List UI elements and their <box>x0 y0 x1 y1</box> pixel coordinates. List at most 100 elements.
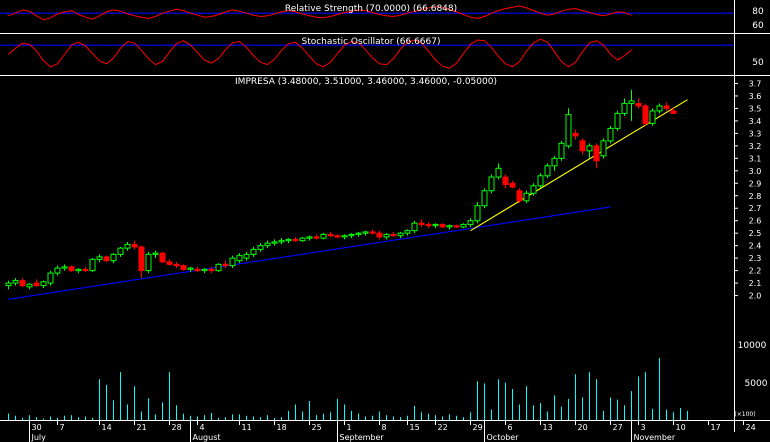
candle <box>565 108 572 149</box>
x-day-label: 6 <box>508 423 513 432</box>
candle <box>201 268 208 274</box>
candle-body <box>397 232 404 237</box>
candle <box>355 231 362 237</box>
candle <box>320 233 327 240</box>
candle <box>327 231 334 237</box>
candle-body <box>89 258 96 272</box>
candle-body <box>103 256 110 262</box>
x-day-label: 1 <box>347 423 352 432</box>
candle <box>418 219 425 227</box>
candle <box>26 283 33 290</box>
candle-body <box>278 240 285 243</box>
x-day-label: 7 <box>60 423 65 432</box>
candle-body <box>215 263 222 272</box>
stochastic-tick-label: 50 <box>752 58 764 68</box>
candle <box>544 163 551 179</box>
candle <box>439 223 446 229</box>
price-tick-label: 2.8 <box>749 192 762 201</box>
candle <box>425 221 432 229</box>
candle <box>579 138 586 155</box>
volume-tick-label: 5000 <box>745 379 768 389</box>
price-tick-label: 2.6 <box>749 217 762 226</box>
stochastic-title: Stochastic Oscillator (66.6667) <box>301 37 440 47</box>
candle <box>152 250 159 259</box>
candle-body <box>257 245 264 250</box>
candle <box>621 98 628 116</box>
price-tick-label: 2.5 <box>749 229 762 238</box>
candle <box>432 223 439 229</box>
candle <box>383 233 390 240</box>
price-panel: IMPRESA (3.48000, 3.51000, 3.46000, 3.46… <box>5 77 762 301</box>
candle-body <box>572 132 579 137</box>
candle <box>558 140 565 161</box>
candle <box>96 254 103 262</box>
candle <box>19 278 26 287</box>
price-tick-label: 3.6 <box>749 92 762 101</box>
x-day-label: 3 <box>641 423 646 432</box>
candle <box>663 102 670 111</box>
candle <box>75 268 82 274</box>
candle <box>89 258 96 272</box>
candle <box>572 129 579 140</box>
candle <box>495 163 502 180</box>
candle <box>551 155 558 171</box>
stochastic-panel: Stochastic Oscillator (66.6667) 50 <box>0 37 764 69</box>
candle-body <box>544 165 551 177</box>
candle-body <box>425 223 432 227</box>
x-day-label: 13 <box>543 423 553 432</box>
x-day-label: 14 <box>102 423 112 432</box>
candle-body <box>432 223 439 227</box>
candle <box>488 174 495 194</box>
candle <box>474 201 481 224</box>
candle-body <box>40 281 47 287</box>
candle <box>600 138 607 159</box>
candle-body <box>54 267 61 274</box>
candle <box>264 240 271 249</box>
candle <box>537 173 544 189</box>
candle-body <box>96 256 103 260</box>
candle-body <box>152 252 159 255</box>
x-day-label: 25 <box>312 423 322 432</box>
candle-body <box>390 233 397 237</box>
candle <box>362 230 369 236</box>
rsi-tick-label: 60 <box>752 21 764 31</box>
candle-body <box>355 232 362 235</box>
candle-body <box>446 225 453 228</box>
candle <box>376 230 383 240</box>
candle <box>502 174 509 189</box>
candle-body <box>341 235 348 238</box>
candle <box>369 229 376 235</box>
candle-body <box>180 265 187 270</box>
candle <box>334 234 341 239</box>
candle-body <box>26 283 33 288</box>
x-day-label: 22 <box>438 423 448 432</box>
candle <box>61 264 68 271</box>
candle-body <box>201 268 208 272</box>
candle <box>243 251 250 261</box>
candle-body <box>488 176 495 192</box>
candle-body <box>47 272 54 284</box>
x-day-label: 27 <box>613 423 623 432</box>
candle <box>47 270 54 286</box>
candle <box>523 190 530 204</box>
candle-body <box>117 247 124 255</box>
candle-body <box>12 280 19 284</box>
candle-body <box>243 253 250 259</box>
price-tick-label: 2.0 <box>749 292 762 301</box>
x-axis: 30 7 14 21 28 4 11 18 25 1 8 15 22 29 6 13 20 27 3 10 17 24Ju… <box>29 420 756 442</box>
candle <box>33 279 40 287</box>
price-tick-label: 2.1 <box>749 279 762 288</box>
x-month-label: August <box>193 433 221 442</box>
candle-body <box>621 102 628 114</box>
x-day-label: 8 <box>382 423 387 432</box>
candle <box>131 240 138 250</box>
candle <box>5 280 12 290</box>
candle-body <box>376 232 383 238</box>
candle <box>306 235 313 241</box>
candle <box>642 103 649 126</box>
candle <box>145 251 152 274</box>
candle-body <box>250 248 257 255</box>
candle-body <box>551 157 558 167</box>
candle-body <box>236 255 243 262</box>
candle <box>110 253 117 264</box>
